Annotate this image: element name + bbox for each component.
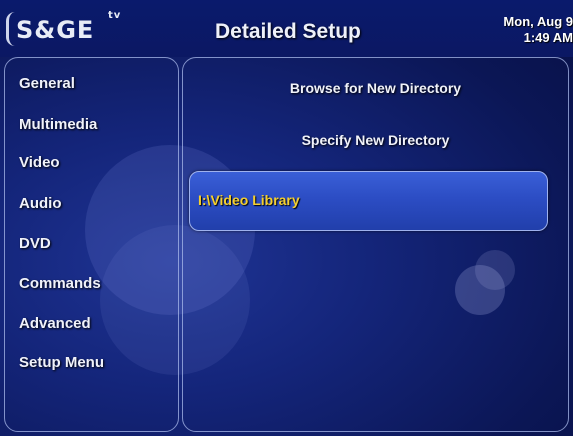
sidebar-item-audio[interactable]: Audio [19, 195, 62, 212]
date-text: Mon, Aug 9 [503, 14, 573, 29]
sidebar-item-commands[interactable]: Commands [19, 275, 101, 292]
clock: Mon, Aug 9 1:49 AM [473, 14, 573, 46]
main-panel: Browse for New Directory Specify New Dir… [182, 57, 569, 432]
page-title: Detailed Setup [215, 20, 361, 43]
sidebar-item-video[interactable]: Video [19, 154, 60, 171]
sidebar-item-multimedia[interactable]: Multimedia [19, 116, 97, 133]
sidebar-item-advanced[interactable]: Advanced [19, 315, 91, 332]
time-text: 1:49 AM [523, 30, 573, 45]
sidebar-item-setup-menu[interactable]: Setup Menu [19, 354, 104, 371]
sidebar-menu: General Multimedia Video Audio DVD Comma… [4, 57, 179, 432]
logo-wordmark: S&GE [16, 16, 95, 44]
sidebar-item-dvd[interactable]: DVD [19, 235, 51, 252]
sage-tv-screen: S&GE tv Detailed Setup Mon, Aug 9 1:49 A… [0, 0, 573, 436]
specify-new-directory-button[interactable]: Specify New Directory [183, 132, 568, 148]
sage-tv-logo: S&GE tv [6, 10, 120, 50]
directory-path: I:\Video Library [198, 192, 300, 208]
logo-tv-mark: tv [108, 10, 122, 21]
logo-bracket [6, 12, 15, 46]
browse-new-directory-button[interactable]: Browse for New Directory [183, 80, 568, 96]
directory-list-item-selected[interactable]: I:\Video Library [189, 171, 548, 231]
sidebar-item-general[interactable]: General [19, 75, 75, 92]
header-bar: S&GE tv Detailed Setup Mon, Aug 9 1:49 A… [0, 0, 573, 57]
